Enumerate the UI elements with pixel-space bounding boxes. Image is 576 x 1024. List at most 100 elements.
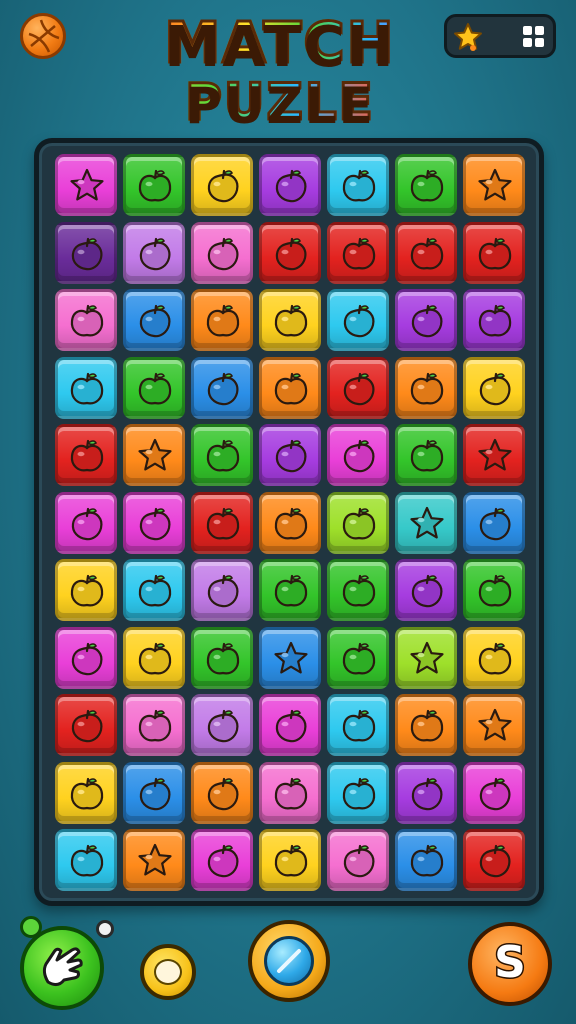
tile-plum[interactable]: [191, 761, 253, 824]
apple-icon: [138, 642, 172, 674]
tile-apple[interactable]: [259, 289, 321, 351]
tile-plum[interactable]: [123, 491, 185, 554]
tile-plum[interactable]: [259, 154, 321, 216]
tile-apple[interactable]: [259, 559, 321, 621]
tile-apple[interactable]: [123, 626, 185, 689]
tile-apple[interactable]: [55, 289, 117, 351]
apple-icon: [410, 439, 444, 472]
tile-apple[interactable]: [395, 154, 457, 216]
orange-ball-button[interactable]: [20, 13, 66, 59]
tile-apple[interactable]: [395, 694, 457, 756]
tile-apple[interactable]: [395, 829, 457, 891]
tile-plum[interactable]: [123, 761, 185, 824]
tile-apple[interactable]: [191, 491, 253, 554]
tile-apple[interactable]: [259, 491, 321, 554]
apple-icon: [274, 574, 308, 607]
tile-apple[interactable]: [259, 829, 321, 891]
tile-apple[interactable]: [327, 559, 389, 621]
tile-plum[interactable]: [55, 626, 117, 689]
tile-apple[interactable]: [463, 221, 525, 284]
tile-apple[interactable]: [191, 289, 253, 351]
plum-icon: [139, 507, 171, 540]
tile-apple[interactable]: [123, 559, 185, 621]
tile-plum[interactable]: [395, 559, 457, 621]
tile-star[interactable]: [463, 424, 525, 486]
tile-plum[interactable]: [327, 424, 389, 486]
tile-plum[interactable]: [55, 694, 117, 756]
plum-icon: [343, 304, 375, 338]
tile-plum[interactable]: [463, 761, 525, 824]
plum-icon: [343, 844, 375, 878]
tile-plum[interactable]: [259, 221, 321, 284]
tile-plum[interactable]: [55, 491, 117, 554]
menu-button[interactable]: [523, 26, 545, 48]
tile-apple[interactable]: [463, 559, 525, 621]
tile-plum[interactable]: [395, 761, 457, 824]
tile-apple[interactable]: [259, 356, 321, 419]
tile-apple[interactable]: [327, 154, 389, 216]
tile-plum[interactable]: [191, 559, 253, 621]
magnifier-button[interactable]: [248, 920, 330, 1002]
tile-apple[interactable]: [463, 289, 525, 351]
tile-apple[interactable]: [327, 491, 389, 554]
tile-apple[interactable]: [55, 829, 117, 891]
tile-apple[interactable]: [55, 356, 117, 419]
tile-plum[interactable]: [259, 424, 321, 486]
tile-apple[interactable]: [191, 424, 253, 486]
tile-apple[interactable]: [327, 694, 389, 756]
plum-icon: [275, 709, 307, 743]
tile-plum[interactable]: [463, 491, 525, 554]
tile-plum[interactable]: [123, 289, 185, 351]
tile-apple[interactable]: [395, 221, 457, 284]
plum-icon: [207, 777, 239, 810]
tile-apple[interactable]: [191, 626, 253, 689]
tile-star[interactable]: [463, 154, 525, 216]
star-icon: [70, 168, 104, 201]
tile-plum[interactable]: [327, 289, 389, 351]
tile-apple[interactable]: [395, 356, 457, 419]
tile-plum[interactable]: [191, 154, 253, 216]
apple-icon: [342, 574, 376, 607]
tile-plum[interactable]: [55, 221, 117, 284]
tile-apple[interactable]: [123, 694, 185, 756]
tile-star[interactable]: [463, 694, 525, 756]
apple-icon: [206, 304, 240, 337]
tile-plum[interactable]: [259, 694, 321, 756]
tile-apple[interactable]: [327, 221, 389, 284]
tile-plum[interactable]: [463, 829, 525, 891]
tile-apple[interactable]: [259, 761, 321, 824]
tile-apple[interactable]: [55, 559, 117, 621]
tile-plum[interactable]: [395, 289, 457, 351]
tile-apple[interactable]: [395, 424, 457, 486]
tile-star[interactable]: [395, 626, 457, 689]
plum-icon: [71, 237, 103, 270]
tile-plum[interactable]: [191, 694, 253, 756]
tile-apple[interactable]: [463, 626, 525, 689]
tile-star[interactable]: [259, 626, 321, 689]
tile-plum[interactable]: [191, 829, 253, 891]
tile-apple[interactable]: [55, 424, 117, 486]
tile-plum[interactable]: [327, 829, 389, 891]
tile-apple[interactable]: [327, 761, 389, 824]
s-button[interactable]: S: [468, 922, 552, 1006]
tile-apple[interactable]: [123, 356, 185, 419]
tile-star[interactable]: [395, 491, 457, 554]
tile-star[interactable]: [123, 424, 185, 486]
tile-apple[interactable]: [327, 626, 389, 689]
tile-plum[interactable]: [191, 221, 253, 284]
hint-hand-button[interactable]: [20, 916, 114, 1010]
apple-icon: [342, 642, 376, 674]
tile-apple[interactable]: [55, 761, 117, 824]
star-button[interactable]: [453, 22, 483, 52]
plum-icon: [479, 507, 511, 540]
tile-plum[interactable]: [123, 221, 185, 284]
tile-star[interactable]: [123, 829, 185, 891]
tile-star[interactable]: [55, 154, 117, 216]
tile-plum[interactable]: [327, 356, 389, 419]
tile-apple[interactable]: [123, 154, 185, 216]
coin-button[interactable]: [140, 944, 196, 1000]
plum-icon: [343, 439, 375, 473]
apple-icon: [70, 574, 104, 607]
tile-plum[interactable]: [191, 356, 253, 419]
tile-plum[interactable]: [463, 356, 525, 419]
